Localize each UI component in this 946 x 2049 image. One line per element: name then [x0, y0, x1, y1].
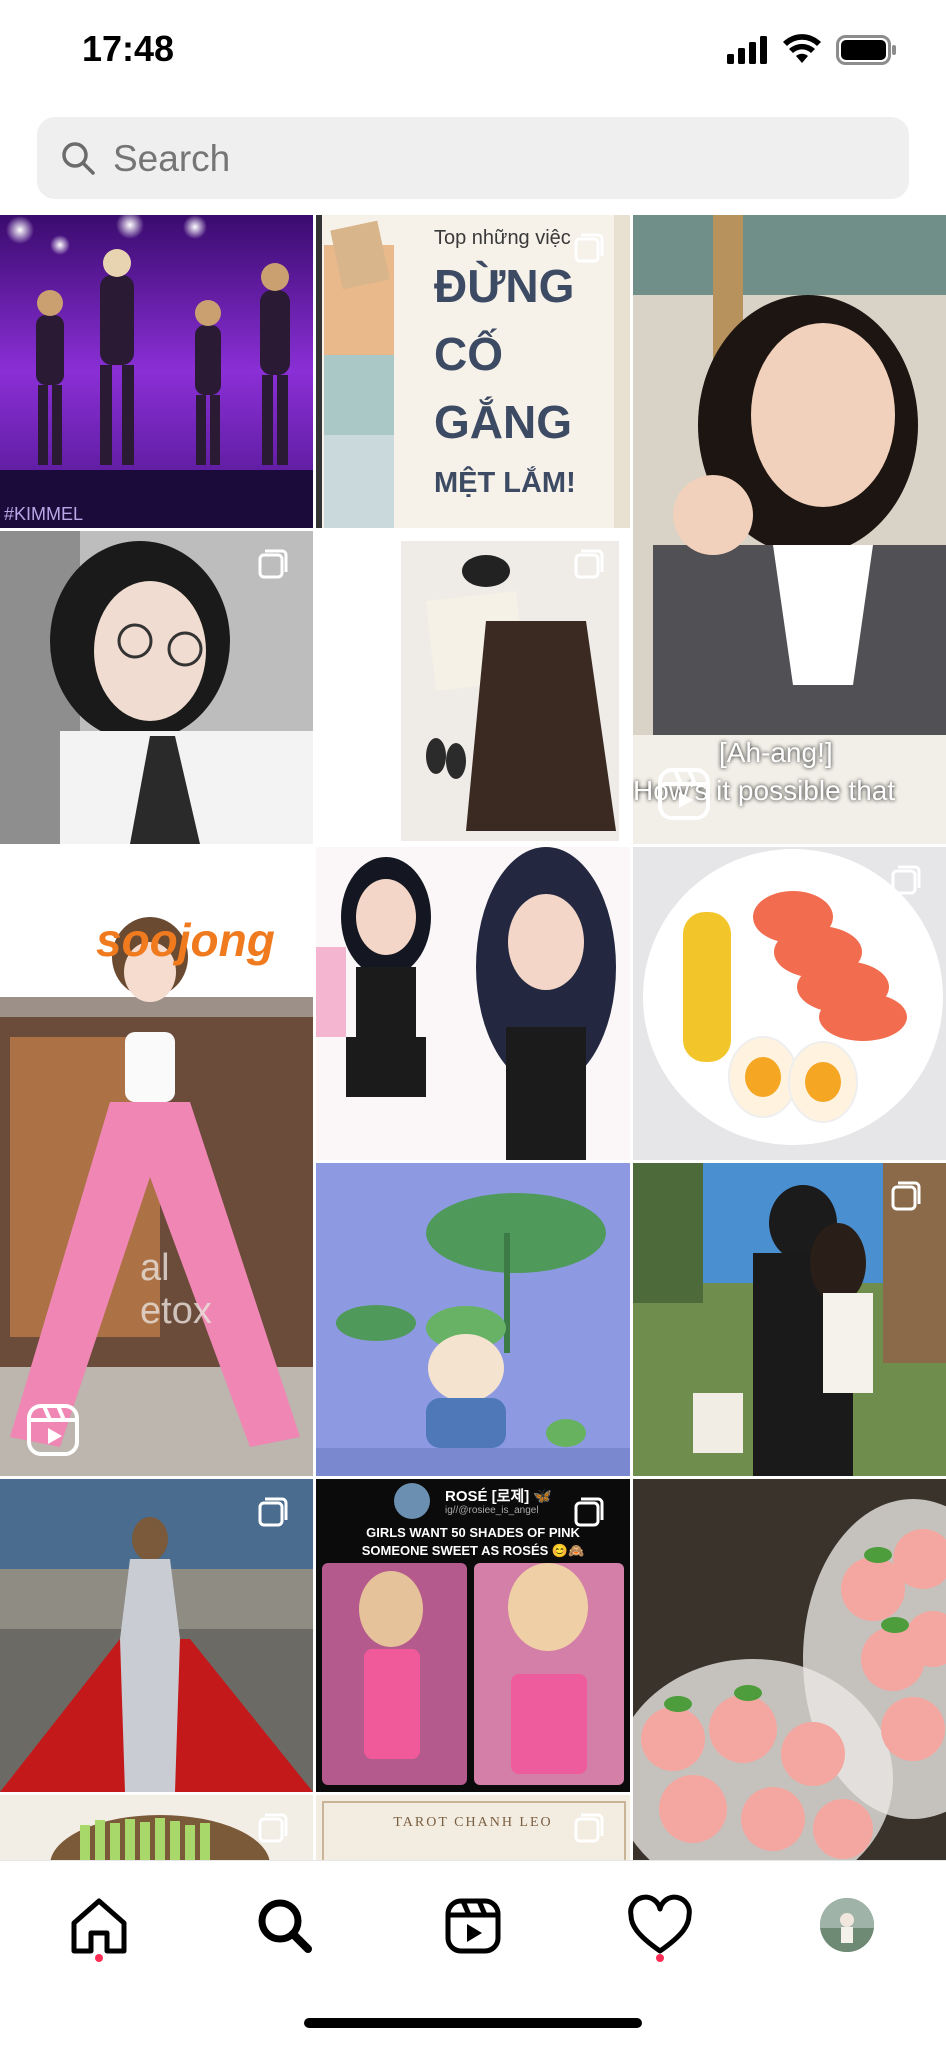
activity-notification-dot: [656, 1954, 664, 1962]
rose-text-line-2: SOMEONE SWEET AS ROSÉS 😊🙈: [361, 1543, 585, 1558]
profile-avatar[interactable]: [820, 1898, 874, 1952]
wifi-icon: [783, 34, 821, 63]
motivation-line-4: MỆT LẮM!: [434, 467, 576, 499]
motivation-line-2: CỐ: [434, 328, 503, 380]
post-tile-frog-art[interactable]: [316, 1163, 630, 1476]
peach-buns-image: [633, 1479, 946, 1860]
post-tile-peach-buns[interactable]: [633, 1479, 946, 1860]
post-tile-reel-eating[interactable]: [Ah-ang!] How's it possible that: [633, 215, 946, 844]
carousel-icon: [258, 1813, 288, 1843]
search-bar[interactable]: [37, 117, 909, 199]
post-tile-concert[interactable]: #KIMMEL: [0, 215, 313, 528]
frog-art-image: [316, 1163, 630, 1476]
mural-text: al etox: [140, 1247, 212, 1332]
rose-text-line-1: GIRLS WANT 50 SHADES OF PINK: [366, 1525, 580, 1540]
avatar-image: [820, 1898, 874, 1952]
explore-grid: #KIMMEL Top những việc ĐỪNG CỐ GẮNG MỆT …: [0, 215, 946, 1860]
post-tile-vegetables[interactable]: [0, 1795, 313, 1860]
status-time: 17:48: [82, 28, 175, 69]
carousel-icon: [891, 1181, 921, 1211]
carousel-icon: [574, 1813, 604, 1843]
post-tile-couple[interactable]: [633, 1163, 946, 1476]
carousel-icon: [574, 233, 604, 263]
post-tile-red-carpet[interactable]: [0, 1479, 313, 1792]
motivation-line-1: ĐỪNG: [434, 260, 575, 312]
heart-icon[interactable]: [625, 1891, 695, 1961]
home-icon[interactable]: [64, 1891, 134, 1961]
search-input[interactable]: [111, 131, 875, 187]
status-bar: 17:48: [0, 0, 946, 105]
signal-icon: [727, 36, 767, 64]
battery-icon: [836, 35, 896, 65]
reel-icon: [658, 768, 710, 820]
post-tile-rose-pink[interactable]: ROSÉ [로제] 🦋 ig//@rosiee_is_angel GIRLS W…: [316, 1479, 630, 1792]
carousel-icon: [574, 1497, 604, 1527]
concert-image: #KIMMEL: [0, 215, 313, 528]
post-tile-illustration[interactable]: [316, 847, 630, 1160]
video-caption-line-1: [Ah-ang!]: [719, 737, 833, 768]
carousel-icon: [574, 549, 604, 579]
post-tile-selfie[interactable]: [0, 531, 313, 844]
reels-tab-icon[interactable]: [438, 1891, 508, 1961]
motivation-line-3: GẮNG: [434, 396, 572, 448]
search-icon: [62, 142, 95, 175]
carousel-icon: [258, 1497, 288, 1527]
illustration-image: [316, 847, 616, 1160]
motivation-top-text: Top những việc: [434, 227, 571, 249]
kimmel-watermark: #KIMMEL: [4, 504, 83, 524]
rose-name: ROSÉ [로제] 🦋: [445, 1488, 553, 1505]
home-notification-dot: [95, 1954, 103, 1962]
post-tile-motivation[interactable]: Top những việc ĐỪNG CỐ GẮNG MỆT LẮM!: [316, 215, 630, 528]
post-tile-outfit[interactable]: [316, 531, 630, 844]
home-indicator: [304, 2018, 642, 2028]
post-tile-food-plate[interactable]: [633, 847, 946, 1160]
store-sign-text: soojong: [96, 914, 275, 966]
reel-icon: [27, 1404, 79, 1456]
post-tile-reel-avatar[interactable]: soojong al etox: [0, 847, 313, 1476]
carousel-icon: [891, 865, 921, 895]
carousel-icon: [258, 549, 288, 579]
search-tab-icon[interactable]: [250, 1891, 320, 1961]
post-tile-tarot[interactable]: TAROT CHANH LEO: [316, 1795, 630, 1860]
rose-handle: ig//@rosiee_is_angel: [445, 1505, 539, 1516]
